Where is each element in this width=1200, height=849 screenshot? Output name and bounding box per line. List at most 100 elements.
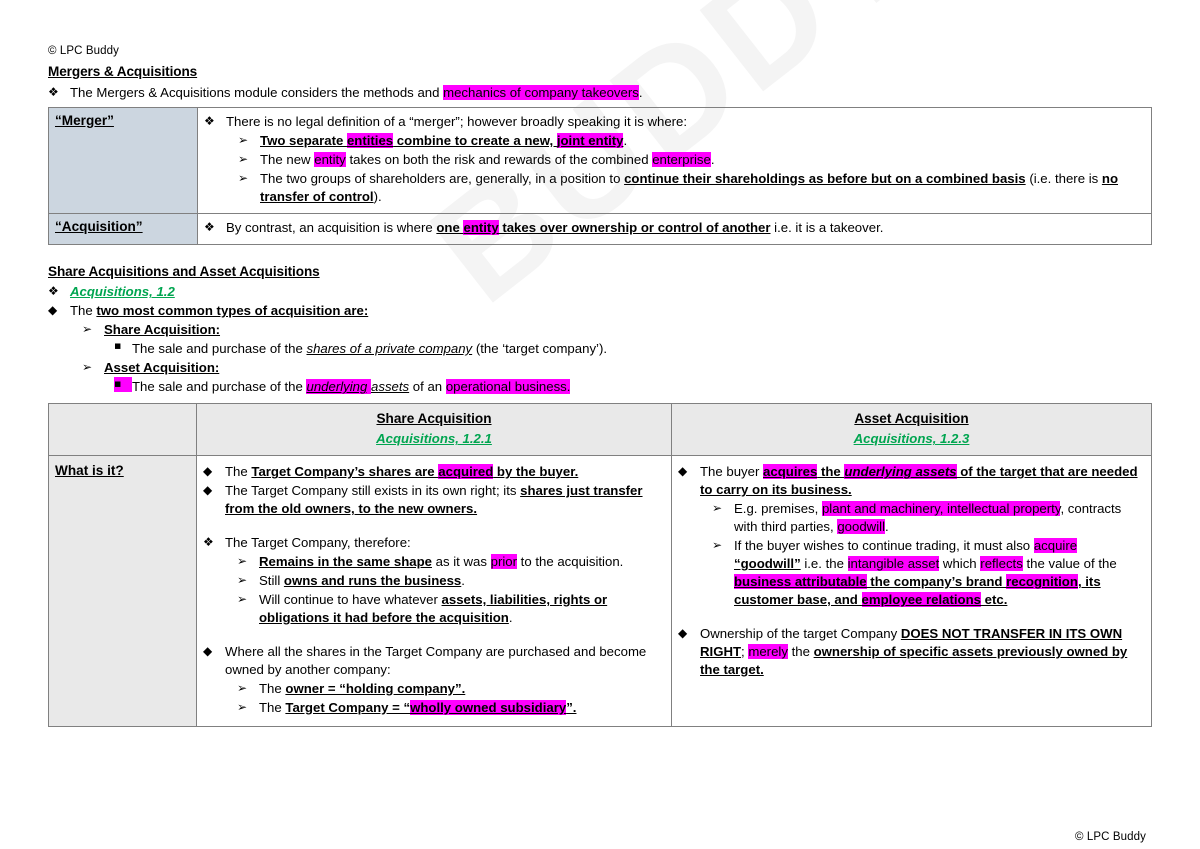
bullet-icon: ❖ xyxy=(48,284,59,299)
list-item: ◆ The Target Company still exists in its … xyxy=(203,482,665,518)
text-segment: (i.e. there is xyxy=(1025,170,1102,186)
bullet-icon: ➢ xyxy=(237,699,248,714)
intro-text-plain: The Mergers & Acquisitions module consid… xyxy=(70,85,444,101)
text-segment: plant and machinery, intellectual proper… xyxy=(821,501,1061,517)
text-segment: prior xyxy=(490,554,518,570)
list-item: ➢ Two separate entities combine to create… xyxy=(204,132,1145,150)
text-segment: Target Company = “ xyxy=(285,699,411,715)
list-item-text: The sale and purchase of the underlying … xyxy=(132,378,1152,396)
text-segment: the value of the xyxy=(1022,556,1117,572)
text-segment: Where all the shares in the Target Compa… xyxy=(225,644,647,677)
table1-label-cell: “Merger” xyxy=(48,107,198,214)
text-segment: merely xyxy=(748,644,788,659)
list-item: ❖ The Target Company, therefore: xyxy=(203,534,665,552)
list-item: ➢ The Target Company = “wholly owned subs… xyxy=(203,699,665,717)
list-item: ◆ The two most common types of acquisitio… xyxy=(48,302,1152,320)
list-item-text: If the buyer wishes to continue trading,… xyxy=(734,537,1145,609)
text-segment: (the ‘target company’). xyxy=(472,341,608,357)
bullet-icon: ❖ xyxy=(48,85,59,100)
text-segment: ). xyxy=(373,188,382,204)
table2-row-label-cell: What is it? xyxy=(48,455,197,727)
text-segment: Asset Acquisition: xyxy=(104,360,220,376)
text-segment: business attributable xyxy=(734,574,867,590)
intro-text: The Mergers & Acquisitions module consid… xyxy=(70,84,1152,102)
text-segment: The new xyxy=(260,151,315,167)
intro-bullet: ❖ The Mergers & Acquisitions module cons… xyxy=(48,84,1152,102)
list-item-text: Two separate entities combine to create … xyxy=(260,132,1145,150)
text-segment: one xyxy=(436,219,464,235)
text-segment: employee relations xyxy=(861,592,981,608)
list-item-text: E.g. premises, plant and machinery, inte… xyxy=(734,500,1145,536)
text-segment: to the acquisition. xyxy=(517,554,624,570)
text-segment: owner = “holding company”. xyxy=(285,680,466,696)
list-item-text: Asset Acquisition: xyxy=(104,359,1152,377)
list-item-text: The new entity takes on both the risk an… xyxy=(260,151,1145,169)
text-segment: The xyxy=(70,303,97,319)
text-segment: There is no legal definition of a “merge… xyxy=(226,114,688,130)
text-segment: The Target Company still exists in its o… xyxy=(225,483,521,499)
text-segment: By contrast, an acquisition is where xyxy=(226,219,437,235)
header-copyright: © LPC Buddy xyxy=(48,45,119,57)
asset-acquisition-reference: Acquisitions, 1.2.3 xyxy=(853,431,970,447)
text-segment: shares of a private company xyxy=(306,341,473,357)
share-acquisition-cell: ◆ The Target Company’s shares are acquire… xyxy=(196,455,672,727)
text-segment: . xyxy=(508,610,513,626)
list-item-text: Ownership of the target Company DOES NOT… xyxy=(700,625,1145,679)
list-item: ❖ By contrast, an acquisition is where on… xyxy=(204,219,1145,237)
list-item: ➢ Asset Acquisition: xyxy=(48,359,1152,377)
list-item: ➢ The owner = “holding company”. xyxy=(203,680,665,698)
table2-body: Share Acquisition Acquisitions, 1.2.1 As… xyxy=(48,402,1152,727)
list-item: ➢ If the buyer wishes to continue trading… xyxy=(678,537,1145,609)
text-segment: the xyxy=(787,644,814,659)
share-acquisition-reference: Acquisitions, 1.2.1 xyxy=(376,431,492,447)
merger-acquisition-table: “Merger” ❖ There is no legal definition of… xyxy=(48,107,1152,245)
bullet-icon: ➢ xyxy=(238,151,249,166)
bullet-icon: ◆ xyxy=(678,626,688,641)
bullet-icon: ❖ xyxy=(203,535,214,550)
list-item-text: The Target Company still exists in its o… xyxy=(225,482,665,518)
table1-content-cell: ❖ There is no legal definition of a “merg… xyxy=(197,107,1152,214)
text-segment: The xyxy=(259,680,286,696)
table2-header-share: Share Acquisition Acquisitions, 1.2.1 xyxy=(196,402,672,457)
text-segment: etc. xyxy=(981,592,1008,608)
text-segment: intangible asset xyxy=(847,556,940,572)
text-segment: entities xyxy=(346,133,394,149)
text-segment: owns and runs the business xyxy=(283,573,462,589)
table2-row-label: What is it? xyxy=(55,463,124,479)
text-segment: The xyxy=(225,464,252,480)
text-segment: If the buyer wishes to continue trading,… xyxy=(734,538,1034,554)
text-segment: operational business. xyxy=(445,379,571,395)
list-item-text: The buyer acquires the underlying assets… xyxy=(700,463,1145,499)
list-item-text: The Target Company’s shares are acquired… xyxy=(225,463,665,481)
bullet-icon: ➢ xyxy=(712,501,723,516)
text-segment: i.e. it is a takeover. xyxy=(770,219,884,235)
text-segment: ”. xyxy=(566,699,577,715)
list-item-text: Still owns and runs the business. xyxy=(259,572,665,590)
bullet-icon: ➢ xyxy=(237,592,248,607)
text-segment: enterprise xyxy=(652,151,711,167)
bullet-icon: ➢ xyxy=(82,322,93,337)
bullet-icon: ➢ xyxy=(82,360,93,375)
text-segment: acquires xyxy=(763,464,818,480)
text-segment: the company’s brand xyxy=(866,574,1007,590)
text-segment: The sale and purchase of the xyxy=(132,379,307,395)
text-segment: goodwill xyxy=(837,519,885,535)
table1-label: “Acquisition” xyxy=(55,218,143,234)
text-segment: The buyer xyxy=(700,464,764,480)
text-segment: “goodwill” xyxy=(734,556,801,572)
text-segment: The two groups of shareholders are, gene… xyxy=(260,170,625,186)
table-row: “Merger” ❖ There is no legal definition of… xyxy=(48,107,1152,214)
bullet-icon: ➢ xyxy=(712,538,723,553)
text-segment: the xyxy=(817,464,845,480)
text-segment: i.e. the xyxy=(800,556,848,572)
list-item-text: Remains in the same shape as it was prio… xyxy=(259,553,665,571)
text-segment: reflects xyxy=(980,556,1023,572)
list-item: ➢ E.g. premises, plant and machinery, int… xyxy=(678,500,1145,536)
list-item-text: The owner = “holding company”. xyxy=(259,680,665,698)
text-segment: The Target Company, therefore: xyxy=(225,535,411,551)
bullet-icon: ◆ xyxy=(203,644,213,659)
section2-reference-row: ❖ Acquisitions, 1.2 xyxy=(48,283,1152,301)
section2-heading: Share Acquisitions and Asset Acquisition… xyxy=(48,263,320,279)
list-item: ➢ Still owns and runs the business. xyxy=(203,572,665,590)
